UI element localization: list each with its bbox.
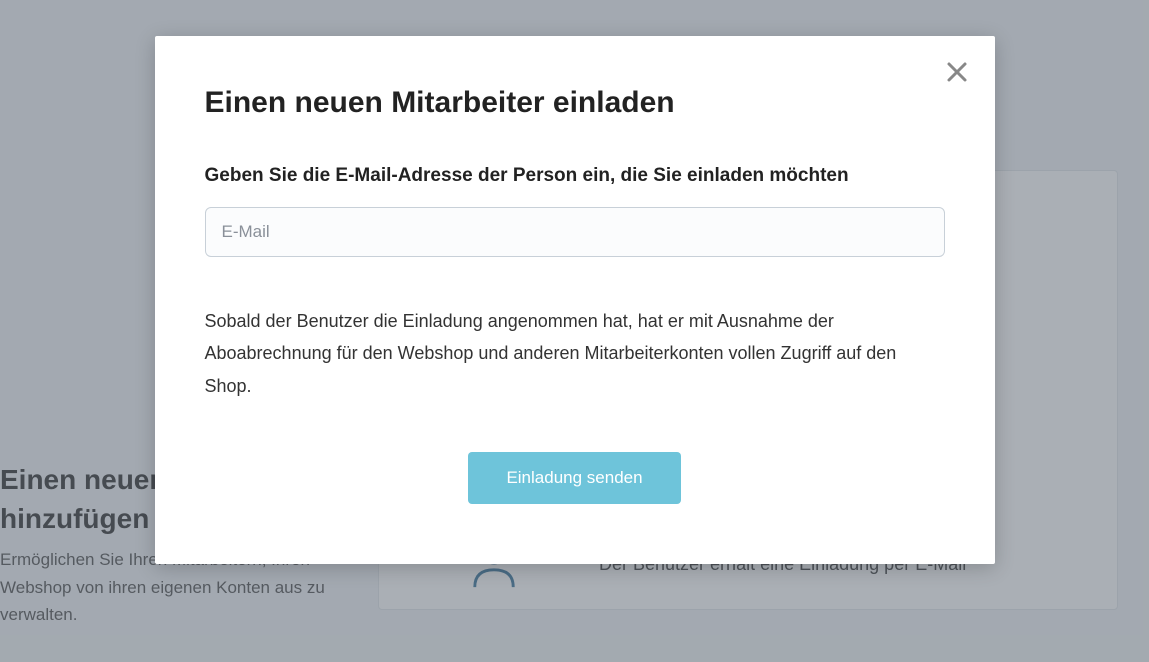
close-button[interactable]: [941, 56, 973, 88]
modal-title: Einen neuen Mitarbeiter einladen: [205, 86, 945, 120]
email-input[interactable]: [205, 207, 945, 257]
send-invitation-button[interactable]: Einladung senden: [468, 452, 680, 504]
modal-actions: Einladung senden: [205, 452, 945, 504]
modal-overlay[interactable]: Einen neuen Mitarbeiter einladen Geben S…: [0, 0, 1149, 662]
modal-subtitle: Geben Sie die E-Mail-Adresse der Person …: [205, 165, 945, 187]
invite-employee-modal: Einen neuen Mitarbeiter einladen Geben S…: [155, 36, 995, 564]
close-icon: [946, 61, 968, 83]
modal-info-text: Sobald der Benutzer die Einladung angeno…: [205, 305, 945, 402]
